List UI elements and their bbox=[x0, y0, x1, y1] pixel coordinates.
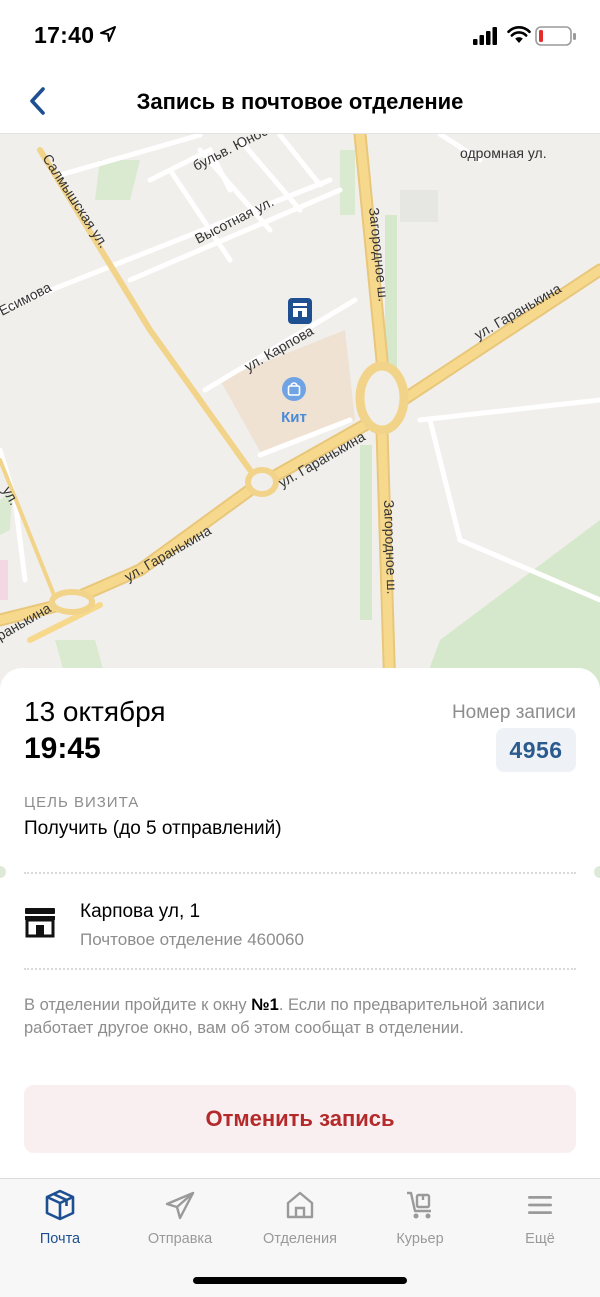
map-label-garankina-edge: ранькина bbox=[0, 600, 54, 644]
post-office-icon bbox=[25, 908, 55, 938]
map-green bbox=[95, 160, 140, 200]
map-roundabout bbox=[355, 361, 409, 435]
tab-label: Почта bbox=[39, 1231, 81, 1247]
battery-low-icon bbox=[535, 26, 576, 46]
tab-label: Курьер bbox=[396, 1231, 444, 1247]
window-info: В отделении пройдите к окну №1. Если по … bbox=[24, 994, 560, 1040]
tab-more[interactable]: Ещё bbox=[480, 1179, 600, 1259]
map-roundabout bbox=[49, 589, 95, 615]
map-building bbox=[400, 190, 438, 222]
ticket-notch bbox=[0, 866, 6, 878]
tab-label: Отправка bbox=[147, 1231, 213, 1247]
divider bbox=[24, 872, 576, 874]
parcel-box-icon bbox=[45, 1189, 75, 1221]
map-green bbox=[340, 150, 355, 215]
cellular-signal-icon bbox=[473, 27, 497, 45]
map-pink-area bbox=[0, 560, 8, 600]
status-bar: 17:40 bbox=[0, 0, 600, 70]
appointment-time: 19:45 bbox=[24, 732, 101, 765]
appointment-date: 13 октября bbox=[24, 696, 166, 727]
tab-label: Отделения bbox=[263, 1231, 337, 1247]
map-label-garankina-left: ул. Гаранькина bbox=[122, 522, 214, 585]
map-label-zagorodnoe-bottom: Загородное ш. bbox=[381, 500, 400, 595]
appointment-card: 13 октября 19:45 Номер записи 4956 ЦЕЛЬ … bbox=[0, 668, 600, 1178]
home-indicator[interactable] bbox=[193, 1277, 407, 1284]
page-title: Запись в почтовое отделение bbox=[136, 89, 464, 114]
location-arrow-icon bbox=[100, 26, 116, 42]
window-number: №1 bbox=[251, 996, 279, 1014]
map-label-aerodromnaya: одромная ул. bbox=[460, 145, 547, 161]
map-roundabout bbox=[245, 467, 279, 497]
map-green bbox=[360, 445, 372, 620]
paper-plane-icon bbox=[165, 1191, 195, 1220]
divider bbox=[24, 968, 576, 970]
map-view[interactable]: Салмышская ул. бульв. Юност Высотная ул.… bbox=[0, 134, 600, 694]
tab-send[interactable]: Отправка bbox=[120, 1179, 240, 1259]
office-name: Почтовое отделение 460060 bbox=[80, 930, 304, 949]
status-time: 17:40 bbox=[34, 22, 95, 48]
tab-courier[interactable]: Курьер bbox=[360, 1179, 480, 1259]
purpose-label: ЦЕЛЬ ВИЗИТА bbox=[24, 794, 140, 811]
tab-offices[interactable]: Отделения bbox=[240, 1179, 360, 1259]
map-label-kit: Кит bbox=[281, 409, 307, 426]
cancel-appointment-button[interactable]: Отменить запись bbox=[24, 1085, 576, 1153]
tab-mail[interactable]: Почта bbox=[0, 1179, 120, 1259]
post-office-marker[interactable] bbox=[288, 298, 312, 324]
wifi-icon bbox=[507, 26, 531, 43]
window-info-prefix: В отделении пройдите к окну bbox=[24, 996, 252, 1014]
appointment-number: 4956 bbox=[509, 736, 563, 763]
office-address: Карпова ул, 1 bbox=[80, 901, 201, 922]
tab-label: Ещё bbox=[525, 1231, 555, 1247]
nav-bar: Запись в почтовое отделение bbox=[0, 70, 600, 134]
appointment-number-badge: 4956 bbox=[496, 728, 576, 772]
map-label-garankina-right: ул. Гаранькина bbox=[472, 280, 564, 343]
map-label-esimova: Есимова bbox=[0, 279, 54, 319]
delivery-cart-icon bbox=[407, 1191, 431, 1219]
map-canvas: Салмышская ул. бульв. Юност Высотная ул.… bbox=[0, 134, 600, 694]
appointment-number-label: Номер записи bbox=[451, 702, 576, 723]
ticket-notch bbox=[594, 866, 600, 878]
house-icon bbox=[286, 1191, 314, 1219]
purpose-value: Получить (до 5 отправлений) bbox=[24, 818, 282, 839]
menu-icon bbox=[528, 1196, 552, 1214]
shopping-bag-icon[interactable] bbox=[282, 377, 306, 401]
